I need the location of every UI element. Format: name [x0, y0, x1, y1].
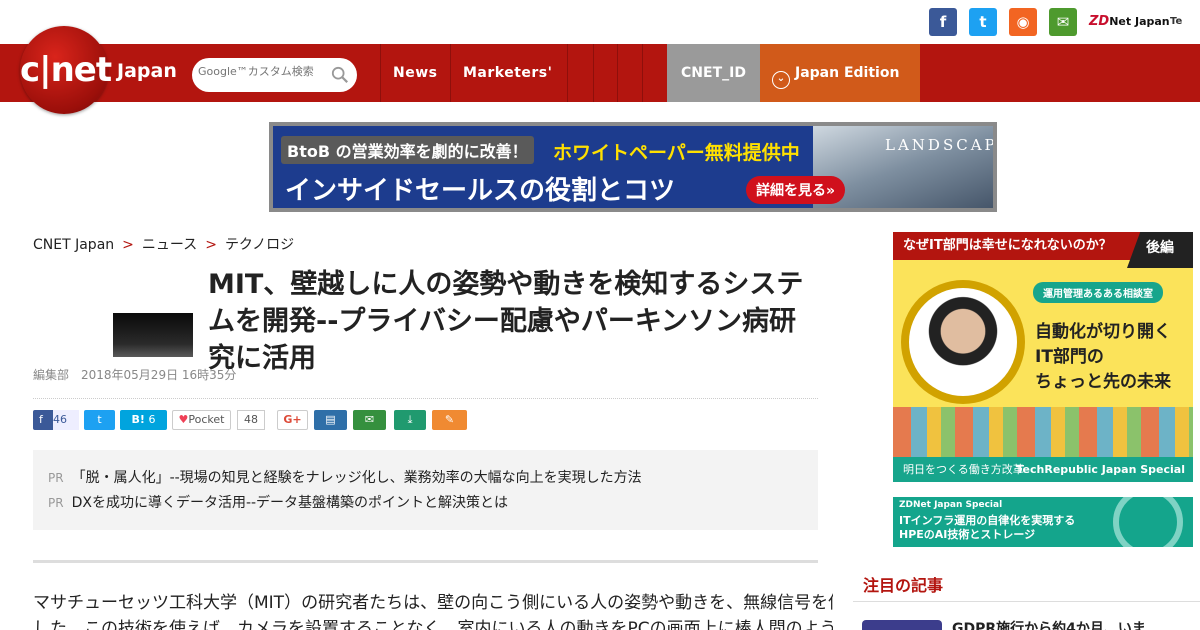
body-paragraph: マサチューセッツ工科大学（MIT）の研究者たちは、壁の向こう側にいる人の姿勢や動…	[33, 593, 833, 613]
nav-divider	[617, 44, 618, 102]
japan-edition-label: Japan Edition	[795, 65, 900, 81]
facebook-icon[interactable]: f	[929, 8, 957, 36]
ad-text-line: HPEのAI技術とストレージ	[899, 528, 1036, 541]
banner-whitepaper: ホワイトペーパー無料提供中	[553, 142, 800, 164]
ad-decoration	[1113, 497, 1183, 547]
search-input[interactable]	[198, 65, 328, 78]
facebook-share-button[interactable]: f 46	[33, 410, 79, 430]
nav-divider	[450, 44, 451, 102]
twitter-share-button[interactable]: t	[84, 410, 115, 430]
pr-text: 「脱・属人化」--現場の知見と経験をナレッジ化し、業務効率の大幅な向上を実現した…	[71, 470, 642, 486]
main-nav: Japan News Marketers' CNET_ID ⌄ Japan Edi…	[0, 44, 1200, 102]
edition-name[interactable]: Japan	[117, 60, 177, 82]
breadcrumb-technology[interactable]: テクノロジ	[225, 237, 294, 253]
facebook-share-count: 46	[53, 410, 79, 430]
portrait-photo	[909, 288, 1017, 396]
japan-edition-button[interactable]: ⌄ Japan Edition	[760, 44, 920, 102]
utility-bar: f t ◉ ✉ ZDNet Japan Te	[0, 0, 1200, 44]
divider	[33, 398, 818, 399]
ad-label: ZDNet Japan Special	[899, 500, 1003, 510]
twitter-icon: t	[97, 413, 102, 426]
ad-town-illustration	[893, 407, 1193, 457]
pocket-count: 48	[237, 410, 265, 430]
breadcrumb-news[interactable]: ニュース	[142, 237, 197, 253]
banner-pill: BtoB の営業効率を劇的に改善！	[281, 136, 534, 164]
article-body: マサチューセッツ工科大学（MIT）の研究者たちは、壁の向こう側にいる人の姿勢や動…	[33, 590, 833, 630]
banner-brand: LANDSCAPE	[885, 136, 997, 154]
page-title: MIT、壁越しに人の姿勢や動きを検知するシステムを開発--プライバシー配慮やパー…	[208, 269, 804, 374]
banner-cta: 詳細を見る»	[746, 176, 846, 204]
nav-divider	[380, 44, 381, 102]
banner-headline: インサイドセールスの役割とコツ	[285, 176, 676, 206]
nav-divider	[593, 44, 594, 102]
cnet-id-button[interactable]: CNET_ID	[667, 44, 760, 102]
google-plus-button[interactable]: G+	[277, 410, 308, 430]
hatena-bookmark-button[interactable]: B! 6	[120, 410, 167, 430]
pr-box: PR 「脱・属人化」--現場の知見と経験をナレッジ化し、業務効率の大幅な向上を実現…	[33, 450, 818, 530]
catch-line: 自動化が切り開く	[1035, 322, 1171, 342]
ad-footer: 明日をつくる働き方改革 TechRepublic Japan Special	[893, 457, 1193, 482]
pr-link[interactable]: PR 「脱・属人化」--現場の知見と経験をナレッジ化し、業務効率の大幅な向上を実現…	[48, 467, 642, 487]
sidebar-item-thumbnail[interactable]	[862, 620, 942, 630]
article-thumbnail	[113, 313, 193, 357]
ad-catchphrase: 自動化が切り開く IT部門の ちょっと先の未来	[1035, 320, 1171, 395]
pr-tag: PR	[48, 471, 64, 485]
download-icon[interactable]: ⤓	[394, 410, 426, 430]
search-icon[interactable]	[331, 66, 349, 84]
techrepublic-link[interactable]: Te	[1170, 10, 1182, 34]
nav-divider	[642, 44, 643, 102]
breadcrumb-home[interactable]: CNET Japan	[33, 237, 114, 253]
ad-room-label: 運用管理あるある相談室	[1033, 282, 1163, 303]
print-icon[interactable]: ▤	[314, 410, 347, 430]
divider	[33, 560, 818, 563]
top-banner-ad[interactable]: BtoB の営業効率を劇的に改善！ ホワイトペーパー無料提供中 インサイドセール…	[269, 122, 997, 212]
hatena-label: B!	[131, 413, 145, 426]
pocket-label: Pocket	[188, 413, 225, 426]
facebook-icon: f	[39, 413, 43, 426]
pr-tag: PR	[48, 496, 64, 510]
breadcrumb: CNET Japan > ニュース > テクノロジ	[33, 234, 294, 254]
catch-line: ちょっと先の未来	[1035, 372, 1171, 392]
ad-text: ITインフラ運用の自律化を実現する HPEのAI技術とストレージ	[899, 514, 1075, 542]
cnet-logo[interactable]: c|net	[20, 26, 112, 114]
ad-text-line: ITインフラ運用の自律化を実現する	[899, 514, 1076, 527]
sidebar-section-title: 注目の記事	[863, 576, 944, 595]
rss-icon[interactable]: ◉	[1009, 8, 1037, 36]
hatena-count: 6	[148, 413, 156, 426]
twitter-icon[interactable]: t	[969, 8, 997, 36]
body-paragraph: した。この技術を使えば、カメラを設置することなく、室内にいる人の動きをPCの画面…	[33, 619, 833, 630]
breadcrumb-separator: >	[205, 237, 217, 253]
ad-portrait	[901, 280, 1025, 404]
ad-footer-left: 明日をつくる働き方改革	[903, 463, 1024, 476]
zdnet-japan-link[interactable]: ZDNet Japan	[1089, 8, 1170, 36]
clip-icon[interactable]: ✎	[432, 410, 467, 430]
mail-icon[interactable]: ✉	[1049, 8, 1077, 36]
sidebar-ad-it-department[interactable]: なぜIT部門は幸せになれないのか？ 後編 運用管理あるある相談室 自動化が切り開…	[893, 232, 1193, 482]
nav-news[interactable]: News	[393, 44, 437, 102]
pocket-icon: ♥	[178, 413, 189, 426]
zdnet-logo-mark: ZD	[1089, 14, 1110, 29]
search-box[interactable]	[192, 58, 357, 92]
nav-marketers[interactable]: Marketers'	[463, 44, 552, 102]
ad-footer-right: TechRepublic Japan Special	[1016, 463, 1185, 476]
chevron-down-icon: ⌄	[772, 71, 790, 89]
pocket-button[interactable]: ♥Pocket	[172, 410, 231, 430]
pr-text: DXを成功に導くデータ活用--データ基盤構築のポイントと解決策とは	[71, 495, 509, 511]
sidebar-ad-hpe[interactable]: ZDNet Japan Special ITインフラ運用の自律化を実現する HP…	[893, 497, 1193, 547]
divider	[853, 601, 1200, 602]
nav-divider	[567, 44, 568, 102]
mail-share-icon[interactable]: ✉	[353, 410, 386, 430]
zdnet-label: Net Japan	[1109, 15, 1170, 28]
byline: 編集部 2018年05月29日 16時35分	[33, 368, 237, 382]
sidebar-item-link[interactable]: GDPR施行から約4か月、いま	[952, 618, 1146, 630]
pr-link[interactable]: PR DXを成功に導くデータ活用--データ基盤構築のポイントと解決策とは	[48, 492, 508, 512]
catch-line: IT部門の	[1035, 347, 1104, 367]
breadcrumb-separator: >	[122, 237, 134, 253]
